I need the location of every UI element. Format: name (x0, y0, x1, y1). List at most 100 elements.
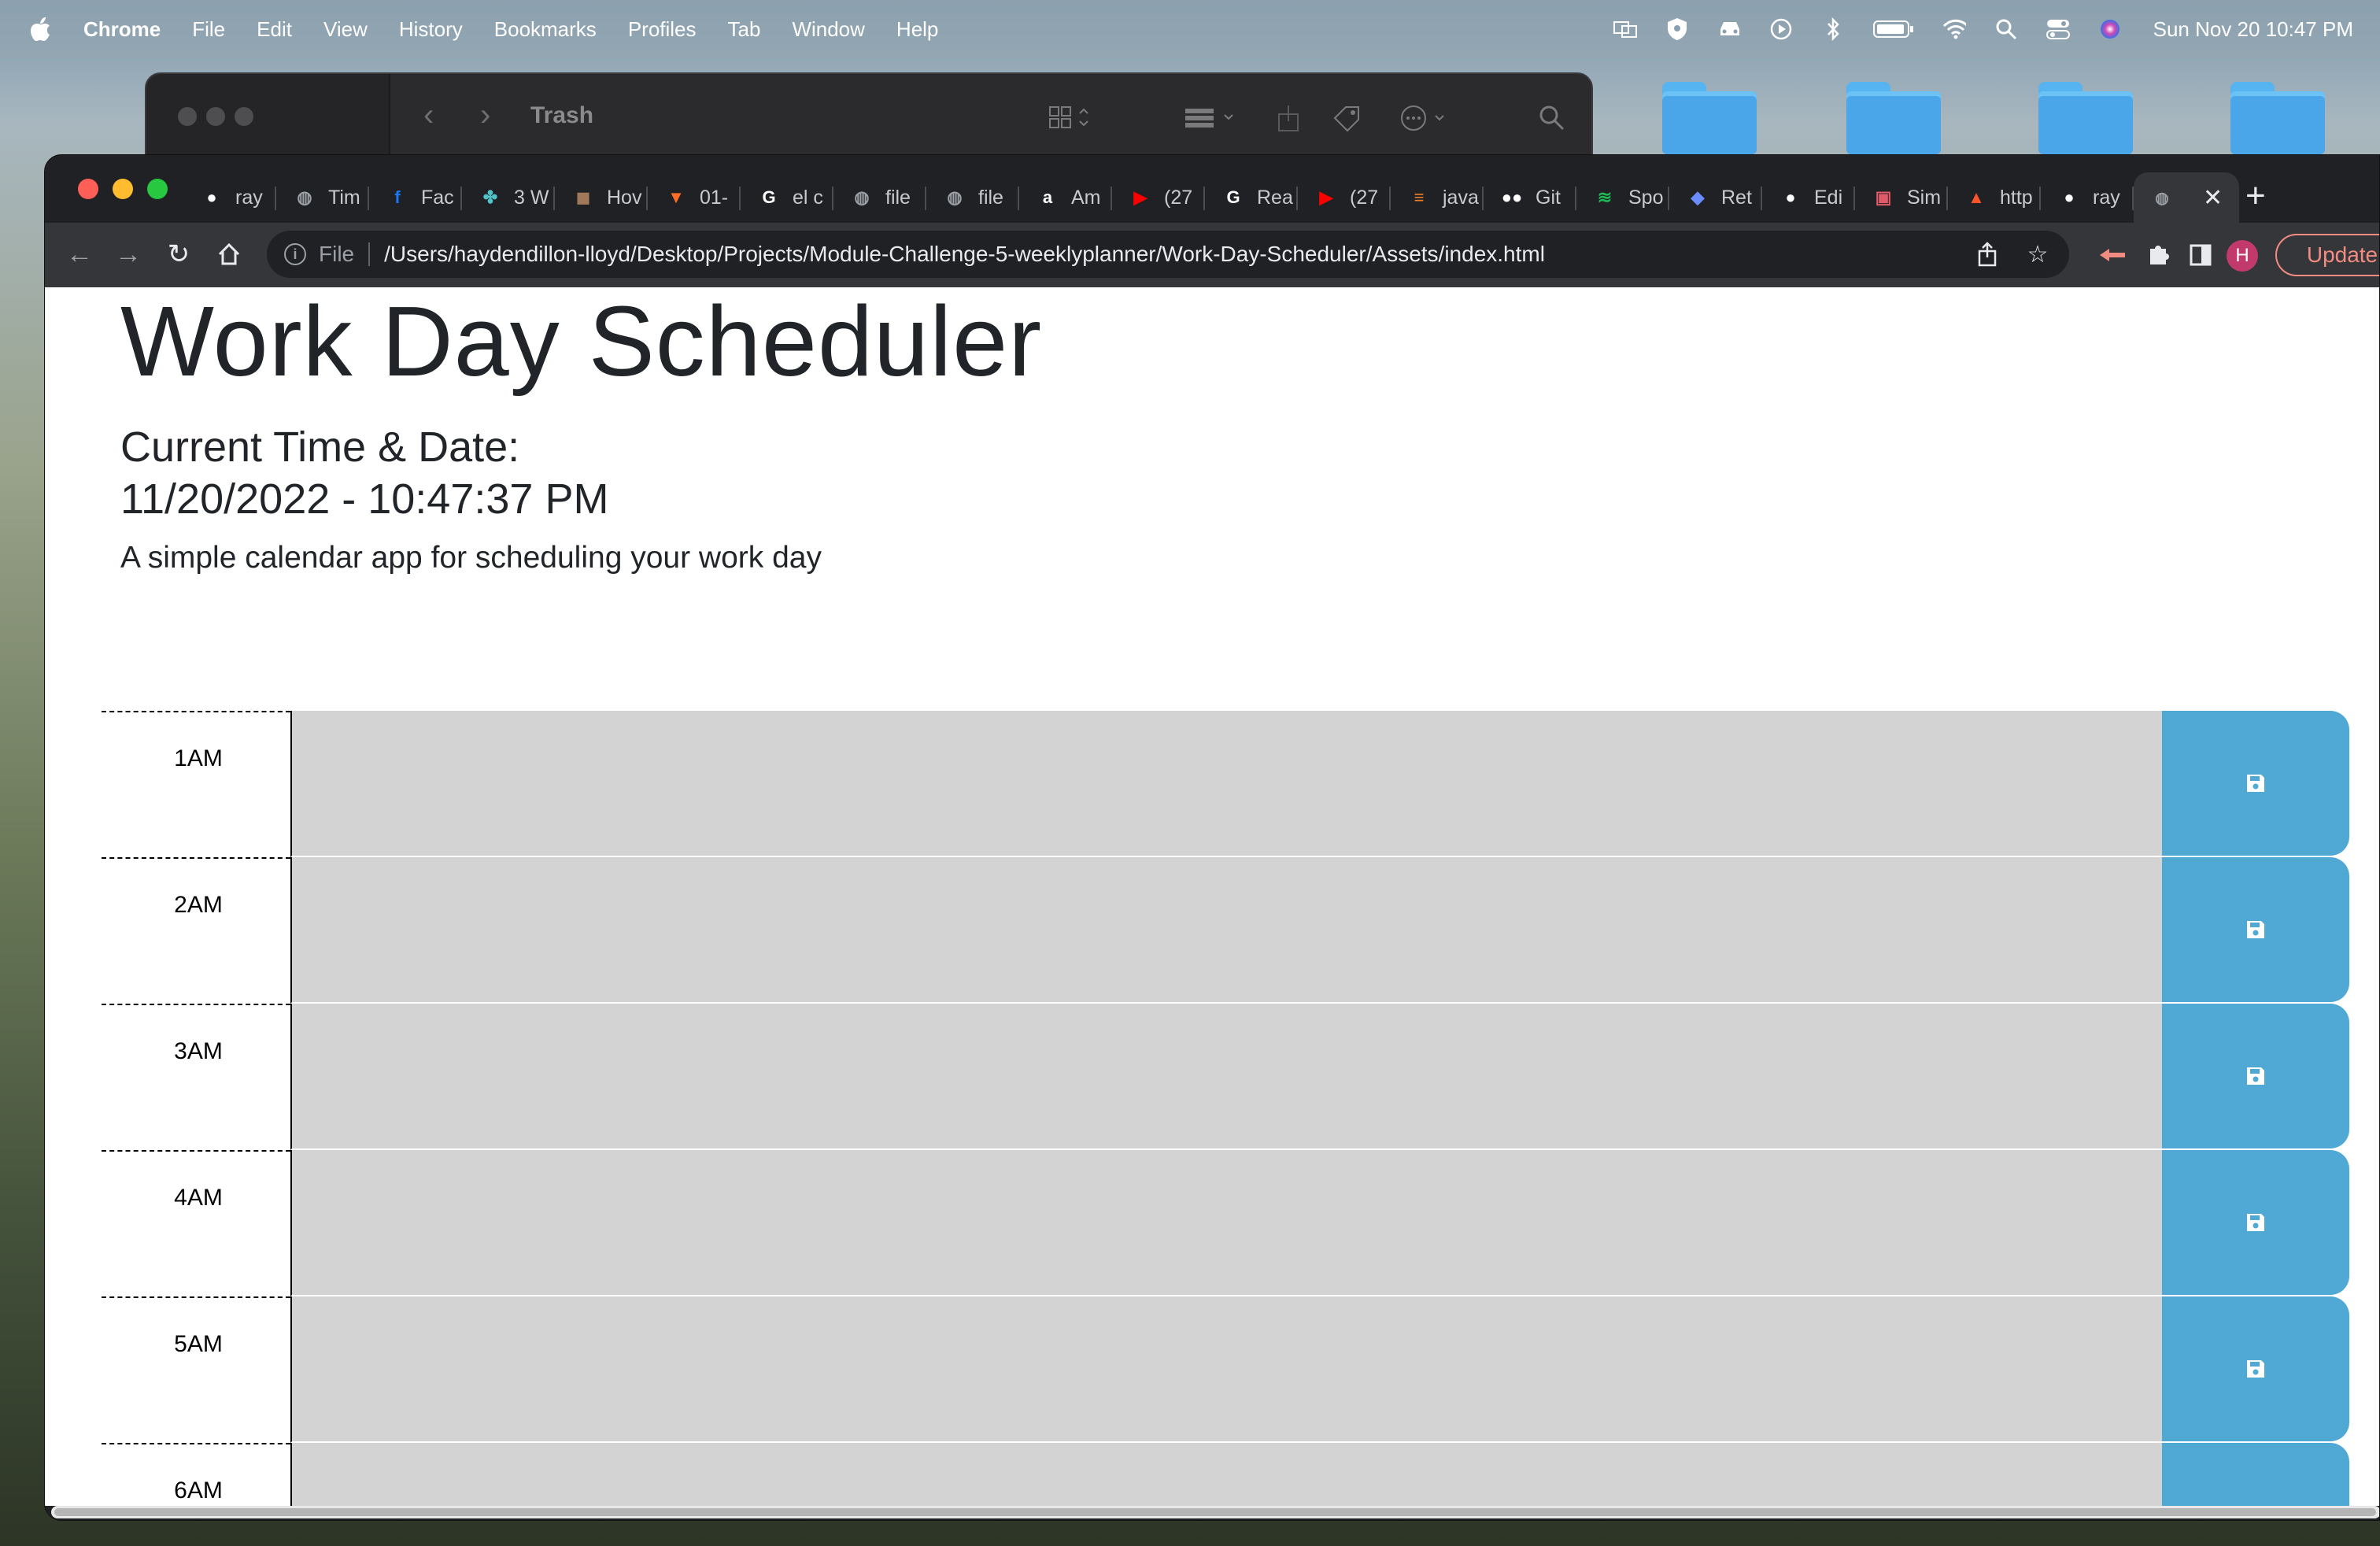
browser-tab[interactable]: ◍ file (833, 172, 926, 223)
menubar-clock[interactable]: Sun Nov 20 10:47 PM (2153, 17, 2353, 42)
close-tab-icon[interactable]: ✕ (2203, 184, 2223, 212)
view-grid-icon[interactable] (1048, 104, 1088, 131)
extension-icon[interactable] (2097, 240, 2127, 270)
menu-tab[interactable]: Tab (728, 17, 761, 42)
save-button[interactable] (2162, 1296, 2349, 1441)
share-icon[interactable] (1275, 104, 1306, 131)
tab-title: Tim (328, 186, 360, 209)
menu-profiles[interactable]: Profiles (628, 17, 697, 42)
bluetooth-icon[interactable] (1821, 17, 1845, 41)
update-button[interactable]: Update (2275, 234, 2379, 276)
side-panel-icon[interactable] (2186, 240, 2216, 270)
menu-edit[interactable]: Edit (257, 17, 292, 42)
browser-tab[interactable]: ●● Git (1484, 172, 1576, 223)
translate-icon[interactable] (1613, 17, 1637, 41)
people-icon: ✤ (482, 187, 498, 207)
browser-tab[interactable]: ◍ Tim (276, 172, 369, 223)
event-textarea[interactable] (290, 711, 2162, 857)
menu-window[interactable]: Window (792, 17, 864, 42)
finder-zoom-button[interactable] (235, 107, 253, 126)
save-button[interactable] (2162, 1150, 2349, 1295)
browser-tab[interactable]: ◍ file (926, 172, 1019, 223)
spotlight-search-icon[interactable] (1994, 17, 2018, 41)
site-info-icon[interactable]: i (284, 243, 306, 265)
siri-icon[interactable] (2098, 17, 2122, 41)
browser-tab[interactable]: ● ray (2041, 172, 2134, 223)
browser-tab[interactable]: ▲ http (1948, 172, 2041, 223)
tag-icon[interactable] (1332, 104, 1363, 132)
scrollbar-thumb[interactable] (54, 1508, 2376, 1516)
battery-icon[interactable] (1872, 17, 1914, 41)
forward-icon[interactable]: → (113, 239, 144, 270)
finder-forward-icon[interactable]: › (480, 98, 490, 133)
browser-tab[interactable]: ▣ Sim (1855, 172, 1948, 223)
save-button[interactable] (2162, 1004, 2349, 1148)
desktop-folder-icon[interactable] (2038, 82, 2133, 154)
window-close-button[interactable] (78, 179, 98, 199)
extensions-puzzle-icon[interactable] (2143, 240, 2173, 270)
event-textarea[interactable] (290, 857, 2162, 1004)
browser-tab[interactable]: ◆ Ret (1669, 172, 1762, 223)
address-url[interactable]: /Users/haydendillon-lloyd/Desktop/Projec… (384, 242, 1545, 267)
play-circle-icon[interactable] (1769, 17, 1793, 41)
car-icon[interactable] (1717, 17, 1741, 41)
tab-title: Fac (421, 186, 454, 209)
menu-history[interactable]: History (399, 17, 463, 42)
more-actions-icon[interactable] (1399, 104, 1444, 131)
profile-avatar[interactable]: H (2227, 240, 2258, 272)
save-button[interactable] (2162, 1443, 2349, 1506)
finder-back-icon[interactable]: ‹ (423, 98, 434, 133)
finder-search-icon[interactable] (1538, 104, 1569, 131)
desktop-folder-icon[interactable] (1662, 82, 1757, 154)
menu-view[interactable]: View (323, 17, 368, 42)
finder-minimize-button[interactable] (206, 107, 225, 126)
active-browser-tab[interactable]: ◍ ✕ (2134, 172, 2239, 223)
browser-tab[interactable]: a Am (1019, 172, 1112, 223)
browser-tab[interactable]: ● Edi (1762, 172, 1855, 223)
menu-app-name[interactable]: Chrome (83, 17, 161, 42)
horizontal-scrollbar[interactable] (51, 1506, 2379, 1518)
event-textarea[interactable] (290, 1004, 2162, 1150)
menu-file[interactable]: File (192, 17, 225, 42)
browser-tab[interactable]: ● ray (183, 172, 276, 223)
browser-tab[interactable]: ▼ 01- (648, 172, 741, 223)
browser-tab[interactable]: ✤ 3 W (462, 172, 555, 223)
reload-icon[interactable]: ↻ (163, 239, 194, 270)
browser-tab[interactable]: ≋ Spo (1576, 172, 1669, 223)
shield-icon[interactable] (1665, 17, 1689, 41)
control-center-icon[interactable] (2046, 17, 2070, 41)
bookmark-star-icon[interactable]: ☆ (2023, 240, 2052, 268)
browser-tab[interactable]: Gel c (741, 172, 833, 223)
tab-title: Spo (1628, 186, 1664, 209)
group-icon[interactable] (1184, 104, 1233, 131)
new-tab-button[interactable]: + (2245, 179, 2266, 213)
browser-tab[interactable]: ◼ Hov (555, 172, 648, 223)
wifi-icon[interactable] (1942, 17, 1966, 41)
share-icon[interactable] (1973, 240, 2001, 268)
apple-icon[interactable] (30, 17, 52, 42)
menu-help[interactable]: Help (896, 17, 938, 42)
tab-title: 3 W (514, 186, 549, 209)
window-minimize-button[interactable] (113, 179, 133, 199)
browser-tab[interactable]: ▶ (27 (1298, 172, 1391, 223)
tab-title: ray (235, 186, 263, 209)
browser-tab[interactable]: ≡ java (1391, 172, 1484, 223)
event-textarea[interactable] (290, 1443, 2162, 1506)
tab-title: el c (793, 186, 823, 209)
event-textarea[interactable] (290, 1296, 2162, 1443)
back-icon[interactable]: ← (64, 239, 95, 270)
home-icon[interactable] (213, 239, 245, 270)
event-textarea[interactable] (290, 1150, 2162, 1296)
browser-tab[interactable]: ▶ (27 (1112, 172, 1205, 223)
browser-tab[interactable]: G Rea (1205, 172, 1298, 223)
save-button[interactable] (2162, 857, 2349, 1002)
finder-close-button[interactable] (178, 107, 197, 126)
save-button[interactable] (2162, 711, 2349, 856)
window-zoom-button[interactable] (147, 179, 168, 199)
address-separator (368, 242, 371, 266)
address-bar[interactable]: i File /Users/haydendillon-lloyd/Desktop… (267, 231, 2069, 278)
desktop-folder-icon[interactable] (2230, 82, 2325, 154)
desktop-folder-icon[interactable] (1846, 82, 1941, 154)
menu-bookmarks[interactable]: Bookmarks (494, 17, 597, 42)
browser-tab[interactable]: f Fac (369, 172, 462, 223)
